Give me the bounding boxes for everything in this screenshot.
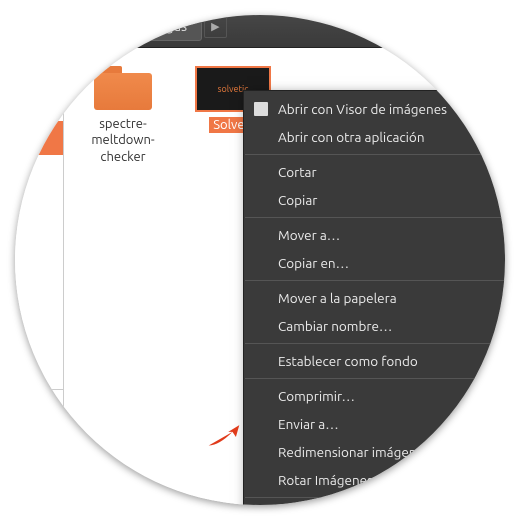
sidebar-item[interactable] <box>15 155 63 189</box>
menu-cut[interactable]: CortarCt <box>244 158 505 186</box>
breadcrumb-expand-icon[interactable]: ▶ <box>204 15 226 38</box>
file-manager-window: sonal Descargas ▶ nes spectre-meltdown- <box>15 15 505 505</box>
menu-separator <box>245 280 505 281</box>
menu-resize[interactable]: Redimensionar imágenes… <box>244 438 505 466</box>
context-menu: Abrir con Visor de imágenes Abrir con ot… <box>243 90 505 505</box>
menu-move-to[interactable]: Mover a… <box>244 221 505 249</box>
path-bar: sonal Descargas ▶ <box>15 15 505 48</box>
menu-copy[interactable]: CopiarCtr <box>244 186 505 214</box>
menu-separator <box>245 497 505 498</box>
menu-open-other[interactable]: Abrir con otra aplicación <box>244 123 505 151</box>
menu-rename[interactable]: Cambiar nombre… <box>244 312 505 340</box>
breadcrumb-current[interactable]: Descargas <box>108 15 202 41</box>
menu-trash[interactable]: Mover a la papeleraSu <box>244 284 505 312</box>
menu-send-to[interactable]: Enviar a… <box>244 410 505 438</box>
sidebar-item-bottom[interactable]: nes <box>15 390 63 424</box>
sidebar-item[interactable] <box>15 87 63 121</box>
menu-wallpaper[interactable]: Establecer como fondo <box>244 347 505 375</box>
places-sidebar: nes <box>15 48 64 505</box>
sidebar-item-selected[interactable] <box>15 121 63 155</box>
menu-separator <box>245 154 505 155</box>
breadcrumb-parent[interactable]: sonal <box>45 15 108 41</box>
menu-rotate[interactable]: Rotar Imágenes… <box>244 466 505 494</box>
menu-separator <box>245 217 505 218</box>
menu-separator <box>245 343 505 344</box>
menu-compress[interactable]: Comprimir… <box>244 382 505 410</box>
menu-open-viewer[interactable]: Abrir con Visor de imágenes <box>244 95 505 123</box>
folder-icon <box>94 66 152 110</box>
menu-properties[interactable]: Propiedades <box>244 501 505 505</box>
menu-separator <box>245 378 505 379</box>
folder-item[interactable]: spectre-meltdown-checker <box>74 66 172 165</box>
menu-copy-to[interactable]: Copiar en… <box>244 249 505 277</box>
folder-label: spectre-meltdown-checker <box>74 116 172 165</box>
